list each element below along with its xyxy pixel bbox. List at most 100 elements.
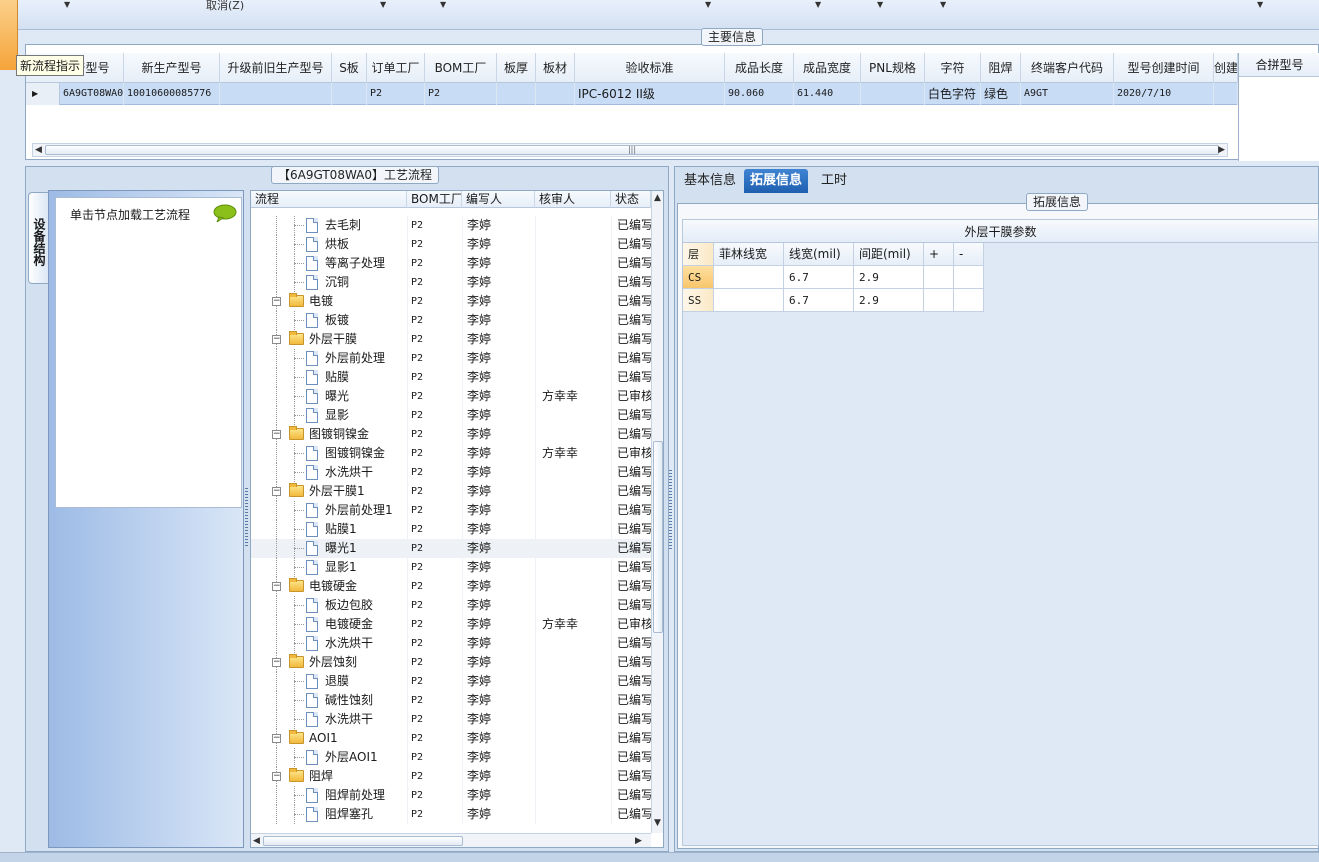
scroll-down-icon[interactable]: ▼	[654, 817, 661, 829]
dropdown-caret-icon[interactable]: ▼	[940, 0, 946, 9]
tree-row[interactable]: 沉铜 P2 李婷 已编写	[251, 273, 651, 292]
table-cell[interactable]	[220, 83, 332, 105]
column-header[interactable]: 型号创建时间	[1114, 53, 1214, 83]
param-cell[interactable]	[954, 289, 984, 312]
dropdown-caret-icon[interactable]: ▼	[64, 0, 70, 9]
table-cell[interactable]: P2	[367, 83, 425, 105]
scroll-thumb[interactable]	[263, 836, 463, 846]
param-cell[interactable]: 6.7	[784, 266, 854, 289]
table-cell[interactable]	[536, 83, 575, 105]
tab-2[interactable]: 工时	[815, 169, 853, 193]
layer-cell[interactable]: SS	[683, 289, 714, 312]
scroll-right-icon[interactable]: ▶	[635, 835, 642, 847]
column-header[interactable]: 阻焊	[981, 53, 1021, 83]
tree-row[interactable]: 贴膜 P2 李婷 已编写	[251, 368, 651, 387]
column-header[interactable]: 字符	[925, 53, 981, 83]
tree-row[interactable]: 图镀铜镍金 P2 李婷 方幸幸 已审核	[251, 444, 651, 463]
table-cell[interactable]	[861, 83, 925, 105]
table-cell[interactable]: 6A9GT08WA0	[60, 83, 124, 105]
collapse-icon[interactable]: −	[272, 734, 281, 743]
table-cell[interactable]: 2020/7/10	[1114, 83, 1214, 105]
tree-column-header[interactable]: 编写人	[462, 191, 535, 208]
scroll-left-icon[interactable]: ◀	[35, 144, 42, 156]
tree-row[interactable]: 水洗烘干 P2 李婷 已编写	[251, 463, 651, 482]
tree-row[interactable]: 电镀硬金 P2 李婷 方幸幸 已审核	[251, 615, 651, 634]
param-cell[interactable]: 6.7	[784, 289, 854, 312]
param-cell[interactable]	[924, 289, 954, 312]
tree-row[interactable]: 外层前处理1 P2 李婷 已编写	[251, 501, 651, 520]
table-row[interactable]: 6A9GT08WA0 10010600085776 P2 P2 IPC-6012 II级…	[26, 83, 1238, 105]
tree-row[interactable]: − 外层干膜1 P2 李婷 已编写	[251, 482, 651, 501]
main-horizontal-scrollbar[interactable]: ◀ ||| ▶	[32, 143, 1228, 157]
collapse-icon[interactable]: −	[272, 430, 281, 439]
dropdown-caret-icon[interactable]: ▼	[380, 0, 386, 9]
tree-column-header[interactable]: BOM工厂	[407, 191, 462, 208]
collapse-icon[interactable]: −	[272, 335, 281, 344]
tree-row[interactable]: 贴膜1 P2 李婷 已编写	[251, 520, 651, 539]
column-header[interactable]: 创建人	[1214, 53, 1238, 83]
column-header[interactable]: 成品长度	[725, 53, 794, 83]
column-header[interactable]: 终端客户代码	[1021, 53, 1114, 83]
equipment-structure-tab[interactable]: 设备结构	[28, 192, 48, 284]
tree-row[interactable]: 水洗烘干 P2 李婷 已编写	[251, 710, 651, 729]
tree-row[interactable]: − AOI1 P2 李婷 已编写	[251, 729, 651, 748]
tree-column-header[interactable]: 核审人	[535, 191, 611, 208]
tree-row[interactable]: 碱性蚀刻 P2 李婷 已编写	[251, 691, 651, 710]
scroll-up-icon[interactable]: ▲	[654, 192, 661, 204]
tree-row[interactable]: 曝光1 P2 李婷 已编写	[251, 539, 651, 558]
tree-row[interactable]: − 电镀 P2 李婷 已编写	[251, 292, 651, 311]
param-cell[interactable]: 2.9	[854, 266, 924, 289]
tree-row[interactable]: 外层AOI1 P2 李婷 已编写	[251, 748, 651, 767]
param-cell[interactable]	[954, 266, 984, 289]
param-cell[interactable]	[714, 289, 784, 312]
scroll-left-icon[interactable]: ◀	[253, 835, 260, 847]
tree-horizontal-scrollbar[interactable]: ◀ ▶	[251, 833, 651, 847]
dropdown-caret-icon[interactable]: ▼	[815, 0, 821, 9]
dropdown-caret-icon[interactable]: ▼	[877, 0, 883, 9]
tree-row[interactable]: 曝光 P2 李婷 方幸幸 已审核	[251, 387, 651, 406]
splitter-handle[interactable]	[245, 488, 248, 548]
tab-1[interactable]: 拓展信息	[744, 169, 809, 193]
collapse-icon[interactable]: −	[272, 772, 281, 781]
layer-cell[interactable]: CS	[683, 266, 714, 289]
scroll-right-icon[interactable]: ▶	[1218, 144, 1225, 156]
table-cell[interactable]: A9GT	[1021, 83, 1114, 105]
tree-row[interactable]: 去毛刺 P2 李婷 已编写	[251, 216, 651, 235]
table-cell[interactable]: 白色字符	[925, 83, 981, 105]
tree-row[interactable]: 显影 P2 李婷 已编写	[251, 406, 651, 425]
collapse-icon[interactable]: −	[272, 582, 281, 591]
tree-row[interactable]: 阻焊塞孔 P2 李婷 已编写	[251, 805, 651, 824]
table-cell[interactable]: 61.440	[794, 83, 861, 105]
tree-row[interactable]: 显影1 P2 李婷 已编写	[251, 558, 651, 577]
tree-column-header[interactable]: 流程	[251, 191, 407, 208]
tree-row[interactable]: − 外层蚀刻 P2 李婷 已编写	[251, 653, 651, 672]
table-cell[interactable]: 绿色	[981, 83, 1021, 105]
tree-row[interactable]: 水洗烘干 P2 李婷 已编写	[251, 634, 651, 653]
column-header[interactable]: S板	[332, 53, 367, 83]
cancel-button[interactable]: 取消(Z)	[206, 0, 244, 13]
column-header[interactable]: PNL规格	[861, 53, 925, 83]
table-cell[interactable]: 10010600085776	[124, 83, 220, 105]
table-cell[interactable]	[1214, 83, 1238, 105]
scroll-thumb[interactable]: |||	[45, 145, 1219, 155]
param-cell[interactable]	[714, 266, 784, 289]
column-header[interactable]: 新生产型号	[124, 53, 220, 83]
tree-vertical-scrollbar[interactable]: ▲ ▼	[651, 191, 663, 833]
column-header[interactable]: 成品宽度	[794, 53, 861, 83]
tree-row[interactable]: 板边包胶 P2 李婷 已编写	[251, 596, 651, 615]
tree-row[interactable]: 阻焊前处理 P2 李婷 已编写	[251, 786, 651, 805]
dropdown-caret-icon[interactable]: ▼	[440, 0, 446, 9]
tree-row[interactable]: − 阻焊 P2 李婷 已编写	[251, 767, 651, 786]
tree-row[interactable]: 退膜 P2 李婷 已编写	[251, 672, 651, 691]
collapse-icon[interactable]: −	[272, 658, 281, 667]
table-cell[interactable]	[497, 83, 536, 105]
tree-row[interactable]: 外层前处理 P2 李婷 已编写	[251, 349, 651, 368]
tree-row[interactable]: − 外层干膜 P2 李婷 已编写	[251, 330, 651, 349]
column-header[interactable]: 板材	[536, 53, 575, 83]
remove-column-button[interactable]: -	[954, 243, 984, 266]
table-cell[interactable]: P2	[425, 83, 497, 105]
tree-row[interactable]: − 电镀硬金 P2 李婷 已编写	[251, 577, 651, 596]
param-cell[interactable]	[924, 266, 954, 289]
collapse-icon[interactable]: −	[272, 297, 281, 306]
scroll-thumb[interactable]	[653, 441, 663, 633]
